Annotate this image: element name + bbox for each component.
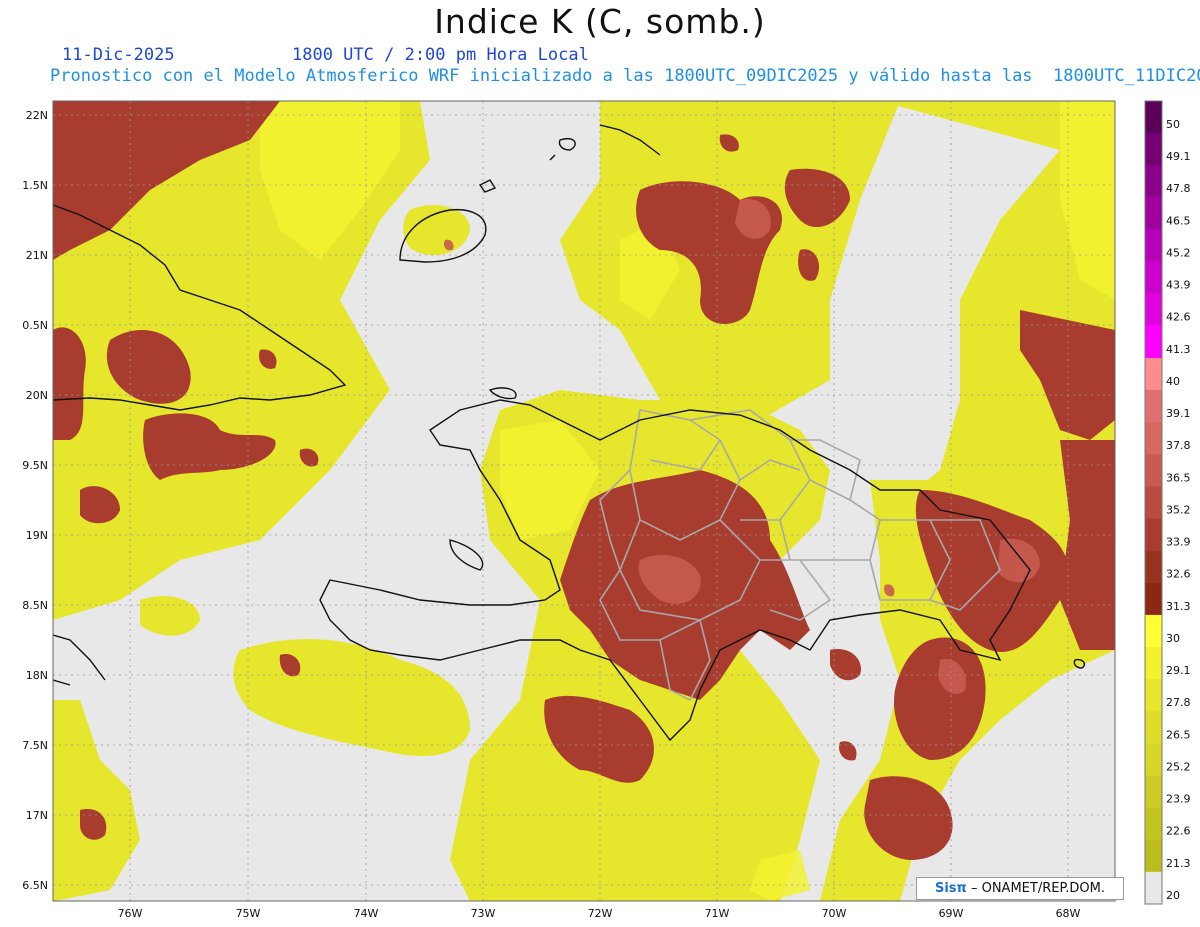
- colorbar-label: 30: [1166, 632, 1180, 645]
- colorbar-label: 29.1: [1166, 664, 1191, 677]
- lon-label: 76W: [118, 907, 143, 920]
- lon-label: 68W: [1056, 907, 1081, 920]
- colorbar-swatch: [1145, 711, 1162, 744]
- colorbar-label: 42.6: [1166, 311, 1191, 324]
- colorbar-label: 26.5: [1166, 728, 1191, 741]
- lat-label: 0.5N: [22, 319, 48, 332]
- lat-label: 22N: [26, 109, 48, 122]
- lat-label: 6.5N: [22, 879, 48, 892]
- k-index-field: [53, 101, 1115, 901]
- colorbar-swatch: [1145, 839, 1162, 873]
- lat-label: 17N: [26, 809, 48, 822]
- colorbar-swatch: [1145, 679, 1162, 712]
- colorbar-swatch: [1145, 357, 1162, 391]
- colorbar-label: 20: [1166, 889, 1180, 902]
- lon-label: 69W: [939, 907, 964, 920]
- colorbar-label: 21.3: [1166, 857, 1191, 870]
- latitude-labels: 22N 1.5N 21N 0.5N 20N 9.5N 19N 8.5N 18N …: [22, 109, 48, 892]
- lon-label: 74W: [354, 907, 379, 920]
- colorbar-label: 22.6: [1166, 825, 1191, 838]
- colorbar-label: 27.8: [1166, 696, 1191, 709]
- colorbar-swatch: [1145, 582, 1162, 616]
- lat-label: 20N: [26, 389, 48, 402]
- colorbar-swatch: [1145, 197, 1162, 230]
- colorbar-swatch: [1145, 614, 1162, 648]
- colorbar-swatch: [1145, 550, 1162, 584]
- sisp-brand: Sisπ: [934, 881, 967, 896]
- colorbar-swatch: [1145, 325, 1162, 359]
- colorbar-label: 40: [1166, 375, 1180, 388]
- colorbar-label: 39.1: [1166, 407, 1191, 420]
- colorbar-swatch: [1145, 743, 1162, 777]
- colorbar-swatch: [1145, 775, 1162, 809]
- lat-label: 1.5N: [22, 179, 48, 192]
- colorbar-swatch: [1145, 101, 1162, 134]
- colorbar-label: 33.9: [1166, 536, 1191, 549]
- colorbar-swatch: [1145, 647, 1162, 680]
- lon-label: 71W: [705, 907, 730, 920]
- colorbar-label: 25.2: [1166, 760, 1191, 773]
- colorbar-swatch: [1145, 165, 1162, 198]
- lat-label: 9.5N: [22, 459, 48, 472]
- colorbar-swatch: [1145, 422, 1162, 455]
- colorbar-label: 23.9: [1166, 793, 1191, 806]
- colorbar-label: 35.2: [1166, 503, 1191, 516]
- colorbar-label: 43.9: [1166, 279, 1191, 292]
- colorbar-swatch: [1145, 518, 1162, 552]
- colorbar-label: 47.8: [1166, 182, 1191, 195]
- colorbar-swatch: [1145, 390, 1162, 423]
- colorbar-swatch: [1145, 486, 1162, 520]
- colorbar-swatch: [1145, 133, 1162, 166]
- colorbar-label: 41.3: [1166, 343, 1191, 356]
- colorbar-label: 46.5: [1166, 214, 1191, 227]
- colorbar-label: 37.8: [1166, 439, 1191, 452]
- lon-label: 70W: [822, 907, 847, 920]
- colorbar-swatch: [1145, 454, 1162, 487]
- lon-label: 75W: [236, 907, 261, 920]
- lat-label: 18N: [26, 669, 48, 682]
- colorbar-label: 45.2: [1166, 246, 1191, 259]
- longitude-labels: 76W 75W 74W 73W 72W 71W 70W 69W 68W: [118, 907, 1081, 920]
- colorbar-label: 36.5: [1166, 471, 1191, 484]
- colorbar-swatch: [1145, 807, 1162, 841]
- lon-label: 72W: [588, 907, 613, 920]
- lat-label: 7.5N: [22, 739, 48, 752]
- colorbar-swatch: [1145, 293, 1162, 327]
- colorbar-swatch: [1145, 871, 1162, 905]
- colorbar-label: 31.3: [1166, 600, 1191, 613]
- colorbar-swatch: [1145, 261, 1162, 295]
- lat-label: 8.5N: [22, 599, 48, 612]
- colorbar-label: 49.1: [1166, 150, 1191, 163]
- credit-box: Sisπ – ONAMET/REP.DOM.: [916, 877, 1124, 900]
- colorbar-swatch: [1145, 229, 1162, 263]
- color-scale-legend: 50 49.1 47.8 46.5 45.2 43.9 42.6 41.3 40 39.1 37.8…: [1144, 100, 1191, 905]
- colorbar-label: 50: [1166, 118, 1180, 131]
- k-index-map: 22N 1.5N 21N 0.5N 20N 9.5N 19N 8.5N 18N …: [22, 100, 1191, 920]
- lon-label: 73W: [471, 907, 496, 920]
- lat-label: 19N: [26, 529, 48, 542]
- lat-label: 21N: [26, 249, 48, 262]
- colorbar-label: 32.6: [1166, 568, 1191, 581]
- credit-text: – ONAMET/REP.DOM.: [970, 881, 1105, 896]
